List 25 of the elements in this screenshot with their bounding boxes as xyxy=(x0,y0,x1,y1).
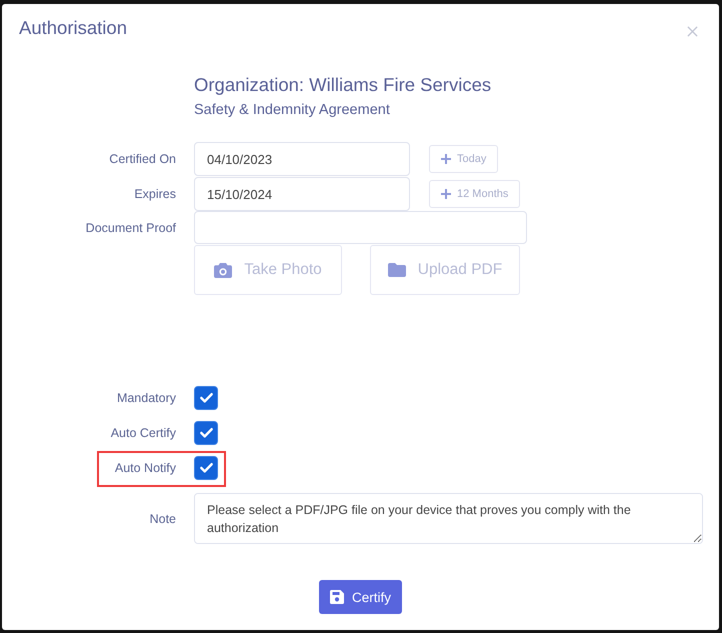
checkmark-icon xyxy=(198,390,214,405)
date-field[interactable]: 15/10/2024 xyxy=(194,177,410,211)
field-label: Certified On xyxy=(108,152,176,166)
checkmark-icon xyxy=(198,460,214,475)
checkbox-label: Mandatory xyxy=(116,390,176,404)
folder-icon xyxy=(388,263,406,277)
checkmark-icon xyxy=(198,425,214,440)
checkbox-label: Auto Notify xyxy=(114,460,176,474)
field-label: Expires xyxy=(133,187,176,201)
field-label: Note xyxy=(148,512,176,526)
document-proof-field[interactable] xyxy=(194,211,527,244)
agreement-subtitle: Safety & Indemnity Agreement xyxy=(194,101,391,120)
checkbox[interactable] xyxy=(194,420,218,444)
checkbox[interactable] xyxy=(194,456,218,480)
certify-button[interactable]: Certify xyxy=(319,580,402,614)
date-field[interactable]: 04/10/2023 xyxy=(194,142,410,176)
checkbox[interactable] xyxy=(194,386,218,410)
organization-heading: Organization: Williams Fire Services xyxy=(194,73,492,97)
camera-icon xyxy=(214,262,232,278)
dialog-title: Authorisation xyxy=(19,16,127,40)
checkbox-label: Auto Certify xyxy=(110,426,176,440)
field-label: Document Proof xyxy=(84,220,176,234)
plus-icon xyxy=(441,154,451,164)
plus-icon xyxy=(441,189,451,199)
note-field[interactable]: Please select a PDF/JPG file on your device that proves you comply with the authorization xyxy=(194,493,703,544)
